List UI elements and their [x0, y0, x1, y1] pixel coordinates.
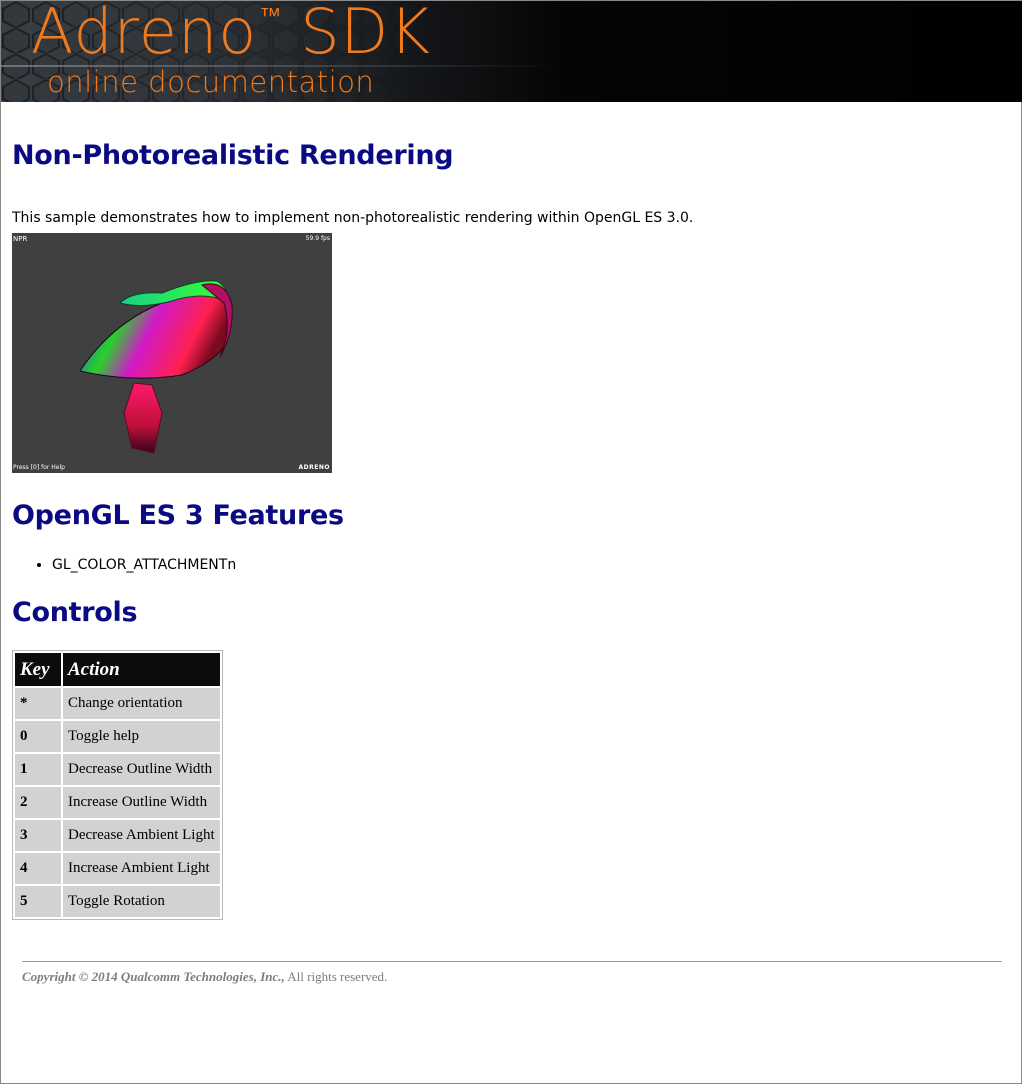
table-row: 0 Toggle help: [15, 721, 220, 752]
intro-text: This sample demonstrates how to implemen…: [12, 210, 694, 226]
features-list: GL_COLOR_ATTACHMENTn: [12, 556, 236, 574]
table-row: 1 Decrease Outline Width: [15, 754, 220, 785]
sample-screenshot: NPR 59.9 fps Press [0] for Help ADRENO: [12, 233, 332, 473]
page-title: Non-Photorealistic Rendering: [12, 140, 454, 171]
copyright-text: Copyright © 2014 Qualcomm Technologies, …: [22, 969, 285, 984]
adreno-logo-mark: ADRENO: [298, 464, 330, 471]
banner-title: Adreno™ SDK: [31, 1, 431, 68]
action-cell: Change orientation: [63, 688, 220, 719]
column-header-key: Key: [15, 653, 61, 686]
key-cell: 2: [15, 787, 61, 818]
action-cell: Toggle Rotation: [63, 886, 220, 917]
action-cell: Increase Outline Width: [63, 787, 220, 818]
action-cell: Toggle help: [63, 721, 220, 752]
feature-item: GL_COLOR_ATTACHMENTn: [52, 556, 236, 574]
footer-divider: [22, 961, 1002, 962]
header-banner: Adreno™ SDK online documentation: [1, 1, 1022, 102]
key-cell: 4: [15, 853, 61, 884]
column-header-action: Action: [63, 653, 220, 686]
banner-subtitle: online documentation: [47, 65, 375, 99]
table-row: 2 Increase Outline Width: [15, 787, 220, 818]
action-cell: Increase Ambient Light: [63, 853, 220, 884]
table-header-row: Key Action: [15, 653, 220, 686]
help-hint: Press [0] for Help: [13, 464, 65, 471]
features-heading: OpenGL ES 3 Features: [12, 500, 344, 531]
table-row: 3 Decrease Ambient Light: [15, 820, 220, 851]
key-cell: *: [15, 688, 61, 719]
action-cell: Decrease Outline Width: [63, 754, 220, 785]
controls-table: Key Action * Change orientation 0 Toggle h…: [12, 650, 223, 920]
brand-name: Adreno: [31, 1, 258, 68]
key-cell: 0: [15, 721, 61, 752]
rights-text: All rights reserved.: [287, 969, 388, 984]
key-cell: 1: [15, 754, 61, 785]
product-name: SDK: [300, 1, 431, 68]
table-row: 4 Increase Ambient Light: [15, 853, 220, 884]
key-cell: 3: [15, 820, 61, 851]
table-row: * Change orientation: [15, 688, 220, 719]
footer-copyright: Copyright © 2014 Qualcomm Technologies, …: [22, 969, 387, 985]
trademark-symbol: ™: [259, 4, 283, 29]
ray-gun-model-render: [79, 280, 233, 454]
controls-heading: Controls: [12, 597, 138, 628]
action-cell: Decrease Ambient Light: [63, 820, 220, 851]
table-row: 5 Toggle Rotation: [15, 886, 220, 917]
key-cell: 5: [15, 886, 61, 917]
